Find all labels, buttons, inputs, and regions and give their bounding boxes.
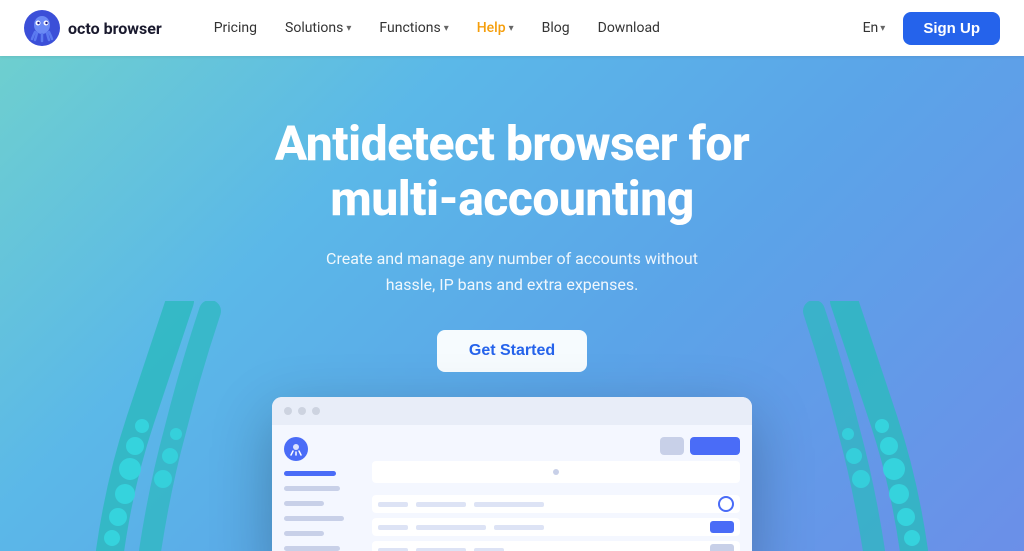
help-chevron-icon: ▾ [509, 23, 514, 34]
table-row-2 [372, 518, 740, 536]
browser-main [372, 437, 740, 551]
main-top-row [372, 437, 740, 455]
nav-pricing[interactable]: Pricing [202, 14, 269, 42]
nav-links: Pricing Solutions ▾ Functions ▾ Help ▾ B… [202, 14, 857, 42]
nav-right: En ▾ Sign Up [857, 12, 1000, 45]
solutions-chevron-icon: ▾ [346, 23, 351, 34]
toolbar-btn-blue [690, 437, 740, 455]
hero-section: Antidetect browser for multi-accounting … [0, 56, 1024, 551]
search-bar [372, 461, 740, 483]
nav-download[interactable]: Download [586, 14, 672, 42]
sidebar-line-1 [284, 486, 340, 491]
hero-subtitle: Create and manage any number of accounts… [312, 246, 712, 297]
refresh-icon [718, 496, 734, 512]
sidebar-line-4 [284, 531, 324, 536]
table-row-1 [372, 495, 740, 513]
browser-dot-1 [284, 407, 292, 415]
browser-dot-2 [298, 407, 306, 415]
logo-icon [24, 10, 60, 46]
hero-title: Antidetect browser for multi-accounting [275, 116, 750, 226]
navbar: octo browser Pricing Solutions ▾ Functio… [0, 0, 1024, 56]
sidebar-logo-area [284, 437, 364, 461]
logo-text: octo browser [68, 19, 162, 38]
browser-topbar [272, 397, 752, 425]
table-row-3 [372, 541, 740, 551]
nav-solutions[interactable]: Solutions ▾ [273, 14, 363, 42]
nav-functions[interactable]: Functions ▾ [367, 14, 460, 42]
hero-text: Antidetect browser for multi-accounting … [275, 116, 750, 372]
lang-chevron-icon: ▾ [880, 23, 885, 34]
sidebar-logo-circle [284, 437, 308, 461]
nav-help[interactable]: Help ▾ [465, 14, 526, 42]
toolbar-icon-1 [660, 437, 684, 455]
browser-mockup [212, 397, 812, 551]
table-rows [372, 495, 740, 551]
browser-body [272, 425, 752, 551]
logo[interactable]: octo browser [24, 10, 162, 46]
play-btn [710, 521, 734, 533]
functions-chevron-icon: ▾ [444, 23, 449, 34]
sidebar-line-blue [284, 471, 336, 476]
language-selector[interactable]: En ▾ [857, 16, 892, 40]
sidebar-line-2 [284, 501, 324, 506]
sidebar-line-3 [284, 516, 344, 521]
browser-window [272, 397, 752, 551]
browser-dot-3 [312, 407, 320, 415]
sidebar-line-5 [284, 546, 340, 551]
action-btn [710, 544, 734, 551]
nav-blog[interactable]: Blog [530, 14, 582, 42]
search-dot [553, 469, 559, 475]
get-started-button[interactable]: Get Started [437, 330, 587, 372]
browser-sidebar [284, 437, 364, 551]
signup-button[interactable]: Sign Up [903, 12, 1000, 45]
